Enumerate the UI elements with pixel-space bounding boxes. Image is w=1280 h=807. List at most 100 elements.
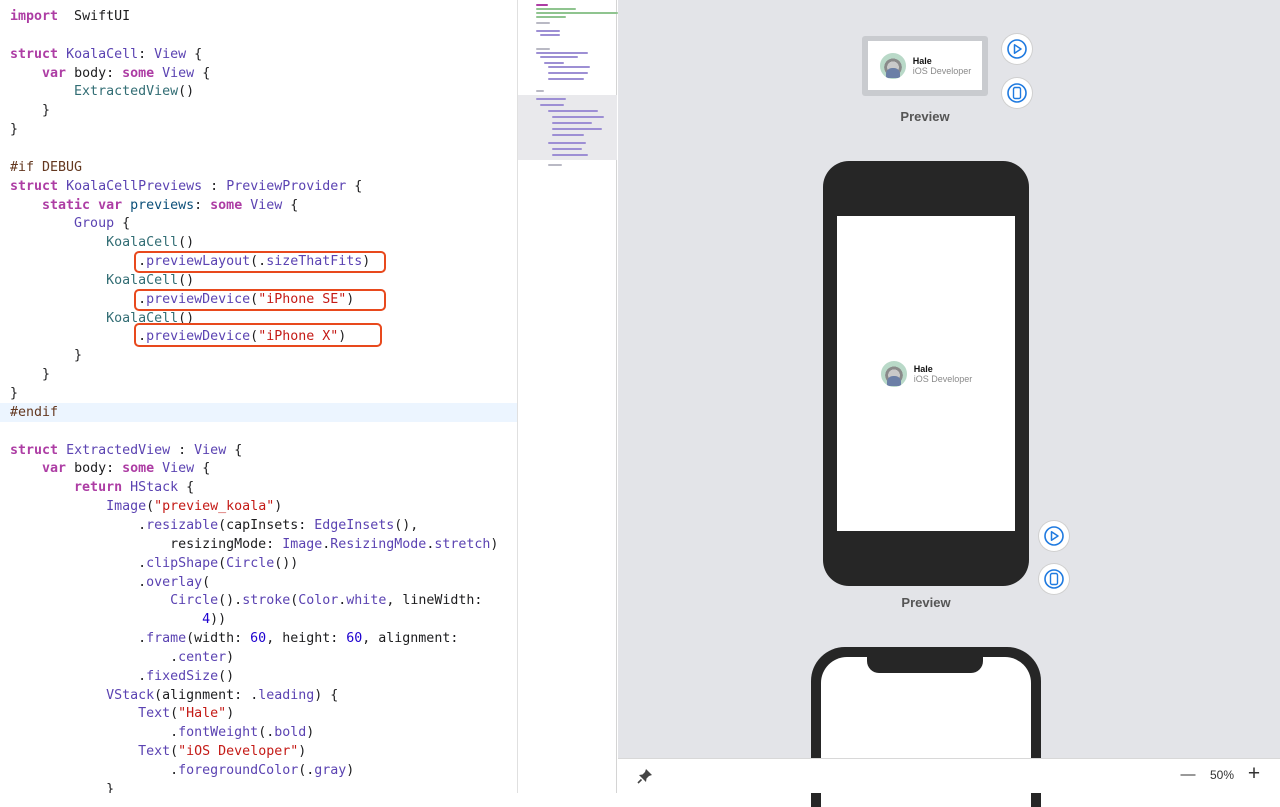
code-line[interactable]: } bbox=[10, 346, 82, 365]
code-token: KoalaCell bbox=[66, 46, 139, 62]
preview-on-device-button[interactable] bbox=[1039, 564, 1069, 594]
code-line[interactable]: .frame(width: 60, height: 60, alignment: bbox=[10, 629, 458, 648]
code-line[interactable]: Group { bbox=[10, 214, 130, 233]
code-token: ) bbox=[226, 706, 235, 722]
code-line[interactable]: .resizable(capInsets: EdgeInsets(), bbox=[10, 516, 418, 535]
code-line[interactable]: } bbox=[10, 101, 50, 120]
code-line[interactable]: } bbox=[10, 365, 50, 384]
code-token: ( bbox=[170, 706, 179, 722]
zoom-level[interactable]: 50% bbox=[1204, 768, 1240, 782]
code-line[interactable]: var body: some View { bbox=[10, 459, 210, 478]
code-line[interactable]: .fontWeight(.bold) bbox=[10, 723, 314, 742]
code-line[interactable]: Image("preview_koala") bbox=[10, 497, 282, 516]
code-token: View bbox=[162, 65, 195, 81]
code-line[interactable]: resizingMode: Image.ResizingMode.stretch… bbox=[10, 535, 498, 554]
code-token: fontWeight bbox=[178, 725, 259, 741]
code-token: ResizingMode bbox=[330, 536, 427, 552]
code-token: ) bbox=[298, 744, 307, 760]
zoom-out-button[interactable]: — bbox=[1178, 766, 1198, 783]
minimap-line bbox=[552, 116, 604, 118]
pin-button[interactable] bbox=[636, 767, 654, 785]
code-line[interactable]: return HStack { bbox=[10, 478, 194, 497]
code-token: } bbox=[10, 367, 51, 383]
code-token: . bbox=[10, 555, 147, 571]
code-line[interactable]: struct ExtractedView : View { bbox=[10, 441, 242, 460]
preview-size-that-fits[interactable]: Hale iOS Developer bbox=[862, 36, 988, 96]
code-token: ( bbox=[146, 499, 155, 515]
preview-canvas[interactable]: Hale iOS Developer Preview Hale iOS Deve… bbox=[618, 0, 1280, 807]
code-line[interactable]: var body: some View { bbox=[10, 64, 210, 83]
code-line[interactable]: KoalaCell() bbox=[10, 233, 194, 252]
code-line[interactable]: } bbox=[10, 384, 18, 403]
code-token: () bbox=[178, 84, 195, 100]
code-line[interactable]: import SwiftUI bbox=[10, 7, 130, 26]
code-line[interactable]: .overlay( bbox=[10, 573, 210, 592]
code-token: } bbox=[10, 122, 19, 138]
code-token: frame bbox=[146, 631, 187, 647]
code-token: { bbox=[226, 442, 243, 458]
code-line[interactable]: .clipShape(Circle()) bbox=[10, 554, 298, 573]
code-line[interactable]: 4)) bbox=[10, 610, 226, 629]
pin-icon bbox=[637, 769, 652, 784]
code-token: , height: bbox=[266, 631, 347, 647]
code-line[interactable]: #if DEBUG bbox=[10, 158, 82, 177]
play-circle-icon bbox=[1044, 526, 1064, 546]
code-token: (width: bbox=[186, 631, 251, 647]
code-line[interactable]: struct KoalaCell: View { bbox=[10, 45, 202, 64]
code-line[interactable]: ExtractedView() bbox=[10, 82, 194, 101]
code-line[interactable]: static var previews: some View { bbox=[10, 196, 298, 215]
code-token: { bbox=[194, 65, 211, 81]
code-line[interactable]: .center) bbox=[10, 648, 234, 667]
code-token: . bbox=[10, 291, 147, 307]
code-line[interactable]: KoalaCell() bbox=[10, 271, 194, 290]
code-token: View bbox=[250, 197, 283, 213]
preview-on-device-button[interactable] bbox=[1002, 78, 1032, 108]
code-token: struct bbox=[10, 442, 59, 458]
code-token: "Hale" bbox=[178, 706, 227, 722]
code-line[interactable]: Text("Hale") bbox=[10, 704, 234, 723]
code-line[interactable]: #endif bbox=[10, 403, 58, 422]
live-preview-button[interactable] bbox=[1039, 521, 1069, 551]
code-line[interactable]: .fixedSize() bbox=[10, 667, 234, 686]
minimap-line bbox=[536, 98, 566, 100]
code-line[interactable]: } bbox=[10, 780, 114, 793]
code-token: some bbox=[122, 65, 155, 81]
code-line[interactable]: .foregroundColor(.gray) bbox=[10, 761, 354, 780]
live-preview-button[interactable] bbox=[1002, 34, 1032, 64]
code-line[interactable]: Circle().stroke(Color.white, lineWidth: bbox=[10, 591, 482, 610]
code-token: KoalaCell bbox=[106, 235, 179, 251]
code-token: : bbox=[170, 442, 195, 458]
preview-label-2: Preview bbox=[901, 595, 951, 610]
code-token: "preview_koala" bbox=[154, 499, 275, 515]
code-token: resizingMode: bbox=[10, 536, 283, 552]
code-token: . bbox=[10, 763, 179, 778]
koala-cell: Hale iOS Developer bbox=[879, 359, 972, 388]
code-token: struct bbox=[10, 46, 59, 62]
code-token: Image bbox=[106, 499, 147, 515]
zoom-in-button[interactable]: + bbox=[1244, 762, 1264, 786]
highlight-box-preview-layout bbox=[134, 251, 386, 273]
code-line[interactable]: VStack(alignment: .leading) { bbox=[10, 686, 338, 705]
code-token: SwiftUI bbox=[58, 9, 131, 24]
code-token: Text bbox=[138, 744, 171, 760]
highlight-box-preview-device-se bbox=[134, 289, 386, 311]
device-iphone-se[interactable]: Hale iOS Developer bbox=[823, 161, 1029, 586]
minimap-line bbox=[536, 52, 588, 54]
code-line[interactable]: struct KoalaCellPreviews : PreviewProvid… bbox=[10, 177, 362, 196]
code-line[interactable]: } bbox=[10, 120, 18, 139]
highlight-box-preview-device-x bbox=[134, 323, 382, 347]
minimap-line bbox=[552, 154, 588, 156]
code-editor[interactable]: import SwiftUI struct KoalaCell: View { v… bbox=[0, 0, 517, 793]
minimap[interactable] bbox=[517, 0, 618, 793]
minimap-line bbox=[536, 30, 560, 32]
code-token: View bbox=[194, 442, 227, 458]
code-line[interactable]: Text("iOS Developer") bbox=[10, 742, 306, 761]
